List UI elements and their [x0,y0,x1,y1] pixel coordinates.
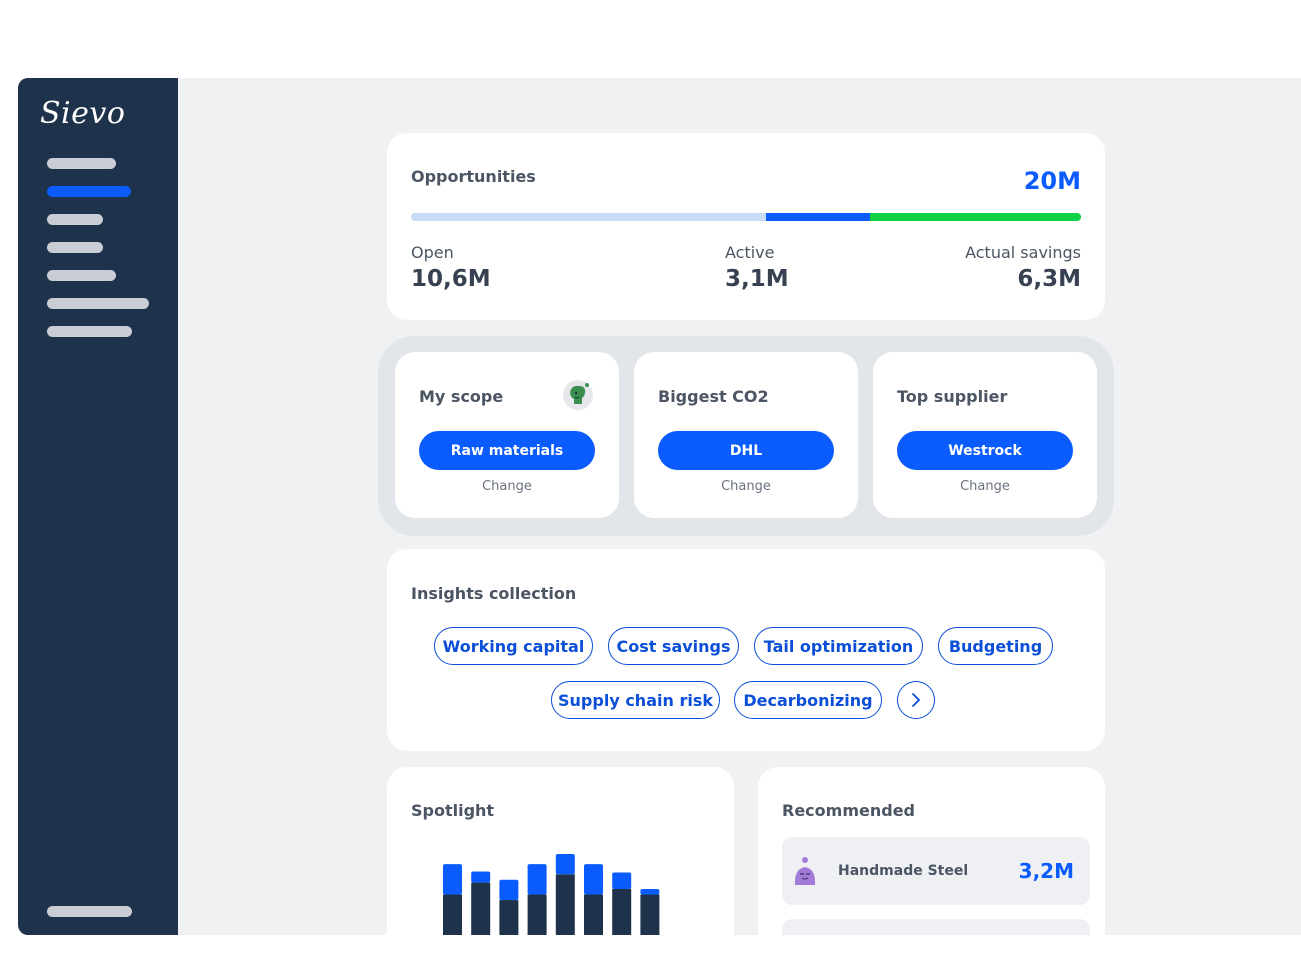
recommended-item-name: Handmade Steel [838,863,969,879]
sidebar: Sievo [18,78,178,935]
bar-base-3 [499,900,519,935]
nav-item-3[interactable] [47,214,103,225]
opportunities-card[interactable]: Opportunities 20M Open 10,6M Active 3,1M… [387,133,1105,320]
active-label: Active [725,243,775,262]
chevron-right-icon[interactable] [897,681,935,719]
chevron-right-glyph [912,693,921,707]
opportunities-title: Opportunities [411,167,536,186]
bar-top-6 [584,864,603,895]
scope-cards-group: My scope Raw materials Change Biggest CO… [378,336,1114,536]
bar-base-1 [443,894,462,935]
chip-budgeting[interactable]: Budgeting [938,627,1053,665]
nav-item-1[interactable] [47,158,116,169]
insights-card: Insights collection Working capital Cost… [387,549,1105,751]
nav-item-4[interactable] [47,242,103,253]
person-avatar-icon [794,857,816,885]
westrock-button[interactable]: Westrock [897,431,1073,470]
opportunities-progress-bar [411,213,1081,221]
bar-base-5 [555,874,575,935]
bar-base-4 [527,894,547,935]
active-segment [766,213,870,221]
nav-item-footer[interactable] [47,906,132,917]
chip-cost-savings[interactable]: Cost savings [608,627,739,665]
spotlight-title: Spotlight [411,801,495,820]
opportunities-total: 20M [1023,167,1081,195]
open-segment [411,213,767,221]
bar-top-4 [527,864,547,895]
top-supplier-change-link[interactable]: Change [873,479,1097,494]
recommended-item-placeholder[interactable] [782,919,1090,935]
spotlight-bar-chart [443,854,660,935]
bar-base-2 [471,882,491,935]
biggest-co2-change-link[interactable]: Change [634,479,858,494]
dhl-button[interactable]: DHL [658,431,834,470]
chip-working-capital[interactable]: Working capital [434,627,593,665]
bar-top-1 [443,864,462,895]
sievo-logo[interactable]: Sievo [40,96,125,131]
open-label: Open [411,243,454,262]
bar-base-7 [612,889,632,935]
my-scope-title: My scope [419,387,504,406]
spotlight-card: Spotlight [387,767,734,935]
bar-top-3 [499,879,519,901]
bar-base-6 [584,894,603,935]
my-scope-card: My scope Raw materials Change [395,352,619,518]
top-supplier-card: Top supplier Westrock Change [873,352,1097,518]
chip-supply-chain-risk[interactable]: Supply chain risk [551,681,720,719]
open-value: 10,6M [411,266,491,292]
nav-item-5[interactable] [47,270,116,281]
bar-top-2 [471,871,491,883]
globe-avatar-icon [563,380,593,410]
nav-item-7[interactable] [47,326,132,337]
app-root: Sievo Opportunities 20M Open 10,6M Activ… [0,0,1301,964]
actual-savings-value: 6,3M [1017,266,1081,292]
bar-base-8 [640,894,660,935]
raw-materials-button[interactable]: Raw materials [419,431,595,470]
chip-decarbonizing[interactable]: Decarbonizing [734,681,882,719]
recommended-title: Recommended [782,801,915,820]
bar-top-8 [640,889,660,895]
recommended-item-value: 3,2M [1018,859,1074,883]
biggest-co2-title: Biggest CO2 [658,387,769,406]
nav-item-6[interactable] [47,298,149,309]
bar-top-7 [612,872,632,889]
top-supplier-title: Top supplier [897,387,1008,406]
bar-top-5 [555,854,575,875]
recommended-item[interactable]: Handmade Steel 3,2M [782,837,1090,905]
biggest-co2-card: Biggest CO2 DHL Change [634,352,858,518]
active-value: 3,1M [725,266,789,292]
recommended-card: Recommended Handmade Steel 3,2M [758,767,1105,935]
insights-title: Insights collection [411,584,577,603]
main-content: Opportunities 20M Open 10,6M Active 3,1M… [178,78,1301,935]
nav-item-2[interactable] [47,186,131,197]
savings-segment [869,213,1081,221]
chip-tail-optimization[interactable]: Tail optimization [754,627,923,665]
my-scope-change-link[interactable]: Change [395,479,619,494]
actual-savings-label: Actual savings [965,243,1081,262]
